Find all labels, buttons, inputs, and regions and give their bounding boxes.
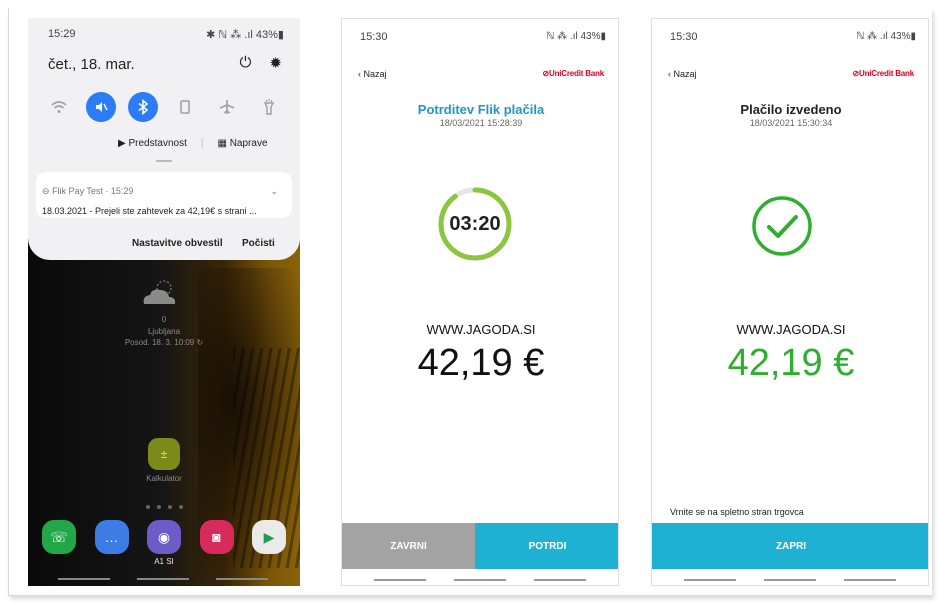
phone-notification-screen: 15:29 ✱ ℕ ⁂ .ıl 43%▮ čet., 18. mar. ⏻ ✹ … — [28, 18, 300, 586]
quick-settings — [44, 92, 284, 122]
recents-button[interactable] — [374, 579, 426, 581]
phone-payment-success: 15:30 ℕ ⁂ .ıl 43%▮ ‹ Nazaj ⊘UniCredit Ba… — [651, 18, 929, 586]
bank-name: UniCredit Bank — [549, 69, 604, 78]
status-time: 15:30 — [360, 31, 388, 43]
merchant-name: WWW.JAGODA.SI — [736, 322, 846, 337]
nav-bar — [374, 579, 586, 581]
phone-payment-confirm: 15:30 ℕ ⁂ .ıl 43%▮ ‹ Nazaj ⊘UniCredit Ba… — [341, 18, 619, 586]
mute-icon[interactable] — [86, 92, 116, 122]
notification-app-label: Flik Pay Test · 15:29 — [52, 186, 134, 196]
devices-label: Naprave — [229, 138, 268, 149]
home-button[interactable] — [764, 579, 816, 581]
home-button[interactable] — [137, 578, 189, 580]
home-button[interactable] — [454, 579, 506, 581]
status-icons: ✱ ℕ ⁂ .ıl 43%▮ — [206, 29, 284, 41]
power-icon[interactable]: ⏻ — [240, 54, 252, 72]
divider: | — [200, 138, 204, 149]
messages-icon[interactable]: … — [94, 520, 129, 554]
status-time: 15:30 — [670, 31, 698, 43]
countdown-timer: 03:20 — [449, 212, 501, 235]
timestamp: 18/03/2021 15:28:39 — [439, 118, 523, 128]
clear-notifications-button[interactable]: Počisti — [242, 238, 275, 249]
calculator-label: Kalkulator — [146, 474, 182, 483]
dock-app-label: A1 SI — [154, 557, 174, 566]
page-title: Plačilo izvedeno — [740, 102, 842, 117]
rotate-icon[interactable] — [170, 92, 200, 122]
back-button[interactable]: ‹ Nazaj — [358, 69, 387, 79]
weather-updated: Posod. 18. 3. 10:09 ↻ — [124, 338, 204, 347]
checkmark-circle-icon — [752, 196, 812, 256]
phone-icon[interactable]: ☏ — [42, 520, 76, 554]
status-icons: ℕ ⁂ .ıl 43%▮ — [856, 31, 916, 42]
play-store-icon[interactable]: ▶ — [252, 520, 286, 554]
recents-button[interactable] — [58, 578, 110, 580]
nav-bar — [684, 579, 896, 581]
airplane-icon[interactable] — [212, 92, 242, 122]
payment-amount: 42,19 € — [417, 342, 545, 384]
media-output-button[interactable]: ▶ Predstavnost — [118, 138, 187, 149]
shade-handle[interactable] — [156, 160, 172, 162]
notification-app: ⊖ Flik Pay Test · 15:29 — [42, 186, 133, 197]
weather-location: Ljubljana — [147, 327, 181, 336]
grid-icon: ▦ — [217, 138, 227, 149]
devices-button[interactable]: ▦ Naprave — [217, 138, 267, 149]
back-nav-button[interactable] — [844, 579, 896, 581]
status-time: 15:29 — [48, 28, 76, 40]
recents-button[interactable] — [684, 579, 736, 581]
close-button[interactable]: ZAPRI — [652, 523, 928, 569]
back-button[interactable]: ‹ Nazaj — [668, 69, 697, 79]
flashlight-icon[interactable] — [254, 92, 284, 122]
media-output-label: Predstavnost — [128, 138, 187, 149]
merchant-name: WWW.JAGODA.SI — [426, 322, 536, 337]
page-title: Potrditev Flik plačila — [417, 102, 545, 117]
cloud-sun-icon — [143, 280, 176, 304]
back-nav-button[interactable] — [534, 579, 586, 581]
wifi-icon[interactable] — [44, 92, 74, 122]
nav-bar — [58, 578, 268, 580]
calculator-icon[interactable]: ± — [148, 438, 180, 470]
weather-temperature: 0 — [161, 315, 167, 324]
return-message: Vrnite se na spletno stran trgovca — [670, 507, 804, 517]
status-icons: ℕ ⁂ .ıl 43%▮ — [546, 31, 606, 42]
bank-name: UniCredit Bank — [859, 69, 914, 78]
confirm-button[interactable]: POTRDI — [475, 523, 618, 569]
payment-amount: 42,19 € — [727, 342, 855, 384]
reject-button[interactable]: ZAVRNI — [342, 523, 475, 569]
camera-icon[interactable]: ◙ — [199, 520, 234, 554]
back-button[interactable] — [216, 578, 268, 580]
shade-date: čet., 18. mar. — [48, 56, 135, 73]
unicredit-logo: ⊘UniCredit Bank — [542, 69, 604, 78]
chevron-down-icon[interactable]: ⌄ — [270, 186, 278, 197]
notification-settings-button[interactable]: Nastavitve obvestil — [132, 238, 223, 249]
unicredit-logo: ⊘UniCredit Bank — [852, 69, 914, 78]
app-dock: ☏ … ◉ ◙ ▶ — [42, 520, 286, 554]
gear-icon[interactable]: ✹ — [269, 54, 282, 72]
app-icon: ⊖ — [42, 186, 50, 196]
a1-app-icon[interactable]: ◉ — [147, 520, 181, 554]
bluetooth-icon[interactable] — [128, 92, 158, 122]
play-icon: ▶ — [118, 138, 126, 149]
notification-text: 18.03.2021 - Prejeli ste zahtevek za 42,… — [42, 206, 257, 216]
page-indicator — [146, 505, 183, 509]
timestamp: 18/03/2021 15:30:34 — [749, 118, 833, 128]
